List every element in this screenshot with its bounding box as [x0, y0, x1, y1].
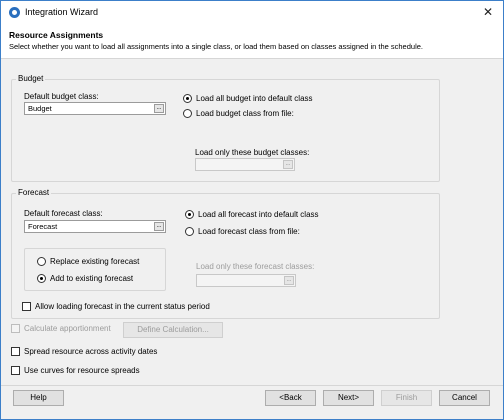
budget-only-classes-label: Load only these budget classes:: [195, 148, 310, 157]
ellipsis-button-icon[interactable]: ...: [283, 160, 293, 169]
page-description: Select whether you want to load all assi…: [9, 42, 423, 51]
page-title: Resource Assignments: [9, 30, 104, 40]
window-title: Integration Wizard: [25, 7, 99, 17]
budget-group: Budget Default budget class: Budget ... …: [11, 74, 440, 182]
forecast-radio-default[interactable]: Load all forecast into default class: [185, 210, 319, 219]
close-icon[interactable]: ✕: [483, 5, 493, 19]
use-curves-label: Use curves for resource spreads: [24, 366, 140, 375]
ellipsis-button-icon[interactable]: ...: [154, 104, 164, 113]
checkbox-unchecked-icon: [11, 324, 20, 333]
forecast-group: Forecast Default forecast class: Forecas…: [11, 188, 440, 319]
use-curves-checkbox[interactable]: Use curves for resource spreads: [11, 366, 140, 375]
integration-wizard-window: Integration Wizard ✕ Resource Assignment…: [0, 0, 504, 420]
replace-forecast-radio[interactable]: Replace existing forecast: [37, 257, 139, 266]
radio-selected-icon: [183, 94, 192, 103]
budget-radio-default-label: Load all budget into default class: [196, 94, 313, 103]
footer-divider: [1, 385, 503, 386]
budget-radio-default[interactable]: Load all budget into default class: [183, 94, 313, 103]
checkbox-unchecked-icon: [22, 302, 31, 311]
forecast-radio-default-label: Load all forecast into default class: [198, 210, 319, 219]
next-button[interactable]: Next>: [323, 390, 374, 406]
back-button[interactable]: <Back: [265, 390, 316, 406]
forecast-radio-file[interactable]: Load forecast class from file:: [185, 227, 300, 236]
add-forecast-label: Add to existing forecast: [50, 274, 134, 283]
budget-radio-file[interactable]: Load budget class from file:: [183, 109, 294, 118]
forecast-group-label: Forecast: [16, 188, 52, 197]
header-panel: Resource Assignments Select whether you …: [1, 25, 503, 59]
cancel-button[interactable]: Cancel: [439, 390, 490, 406]
forecast-radio-file-label: Load forecast class from file:: [198, 227, 300, 236]
radio-selected-icon: [37, 274, 46, 283]
allow-current-period-checkbox[interactable]: Allow loading forecast in the current st…: [22, 302, 210, 311]
define-calculation-button[interactable]: Define Calculation...: [123, 322, 223, 338]
budget-radio-file-label: Load budget class from file:: [196, 109, 294, 118]
finish-button[interactable]: Finish: [381, 390, 432, 406]
calculate-apportionment-label: Calculate apportionment: [24, 324, 111, 333]
spread-resource-checkbox[interactable]: Spread resource across activity dates: [11, 347, 157, 356]
forecast-only-classes-label: Load only these forecast classes:: [196, 262, 315, 271]
default-budget-class-label: Default budget class:: [24, 92, 99, 101]
integration-wizard-icon: [9, 7, 20, 18]
help-button[interactable]: Help: [13, 390, 64, 406]
allow-current-period-label: Allow loading forecast in the current st…: [35, 302, 210, 311]
spread-resource-label: Spread resource across activity dates: [24, 347, 158, 356]
replace-forecast-label: Replace existing forecast: [50, 257, 140, 266]
forecast-mode-box: Replace existing forecast Add to existin…: [24, 248, 166, 291]
title-bar: Integration Wizard ✕: [1, 1, 503, 25]
default-forecast-class-select[interactable]: Forecast ...: [24, 220, 166, 233]
default-forecast-class-value: Forecast: [28, 222, 58, 231]
budget-group-label: Budget: [16, 74, 46, 83]
default-forecast-class-label: Default forecast class:: [24, 209, 103, 218]
checkbox-unchecked-icon: [11, 347, 20, 356]
ellipsis-button-icon[interactable]: ...: [284, 276, 294, 285]
ellipsis-button-icon[interactable]: ...: [154, 222, 164, 231]
radio-unselected-icon: [37, 257, 46, 266]
forecast-only-classes-select[interactable]: ...: [196, 274, 296, 287]
add-forecast-radio[interactable]: Add to existing forecast: [37, 274, 133, 283]
checkbox-unchecked-icon: [11, 366, 20, 375]
calculate-apportionment-checkbox[interactable]: Calculate apportionment: [11, 324, 111, 333]
radio-unselected-icon: [183, 109, 192, 118]
default-budget-class-value: Budget: [28, 104, 52, 113]
radio-selected-icon: [185, 210, 194, 219]
default-budget-class-select[interactable]: Budget ...: [24, 102, 166, 115]
budget-only-classes-select[interactable]: ...: [195, 158, 295, 171]
radio-unselected-icon: [185, 227, 194, 236]
